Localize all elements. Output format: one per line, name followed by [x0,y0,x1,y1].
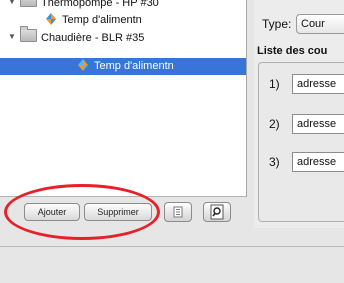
tree-item-chaudiere[interactable]: ▼ Chaudière - BLR #35 [8,26,145,45]
status-separator [0,246,344,247]
selected-tree-row[interactable]: Temp d'alimentn [0,58,246,75]
row-number: 1) [269,77,280,91]
address-field[interactable]: adresse [292,74,344,94]
delete-button[interactable]: Supprimer [84,203,152,221]
properties-panel: Type: Cour Liste des cou 1) adresse 2) a… [254,0,344,228]
row-number: 3) [269,155,280,169]
address-field[interactable]: adresse [292,114,344,134]
magnifier-icon [210,204,224,220]
search-button[interactable] [203,202,231,222]
tree-item-temp-1[interactable]: Temp d'alimentn [44,12,142,28]
sensor-icon [46,13,56,25]
type-select[interactable]: Cour [296,14,344,34]
tree-item-label: Temp d'alimentn [62,14,142,26]
expand-arrow-icon[interactable]: ▼ [8,0,16,10]
address-field[interactable]: adresse [292,152,344,172]
sensor-icon [78,59,88,71]
list-icon [173,206,183,218]
list-title: Liste des cou [257,45,328,57]
folder-icon [20,0,37,7]
tree-item-label: Thermopompe - HP #30 [41,0,159,9]
tree-item-label: Chaudière - BLR #35 [41,32,145,44]
tree-item-thermopompe[interactable]: ▼ Thermopompe - HP #30 [8,0,159,10]
expand-arrow-icon[interactable]: ▼ [8,29,16,45]
tree-item-temp-2[interactable]: Temp d'alimentn [76,58,174,74]
row-number: 2) [269,117,280,131]
add-button[interactable]: Ajouter [24,203,80,221]
address-list: 1) adresse 2) adresse 3) adresse [258,62,344,222]
folder-icon [20,26,37,42]
tree-panel: ▼ Thermopompe - HP #30 Temp d'alimentn ▼… [0,0,247,197]
tree-item-label: Temp d'alimentn [94,60,174,72]
list-view-button[interactable] [164,202,192,222]
type-label: Type: [262,17,292,31]
